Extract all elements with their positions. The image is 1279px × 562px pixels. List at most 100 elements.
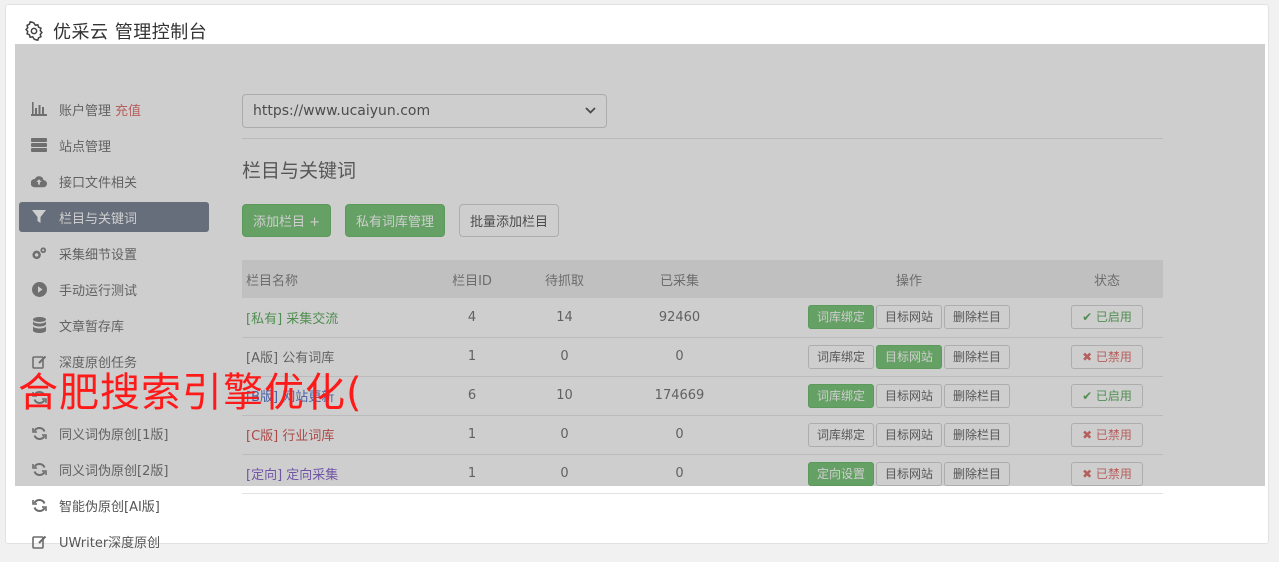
private-library-button[interactable]: 私有词库管理 — [345, 204, 446, 237]
delete-column-button[interactable]: 删除栏目 — [944, 461, 1011, 486]
pending-count-link[interactable]: 0 — [537, 454, 592, 494]
toolbar: 添加栏目 + 私有词库管理 批量添加栏目 — [242, 204, 1163, 237]
column-header-status: 状态 — [1093, 273, 1120, 289]
pending-count-link[interactable]: 0 — [537, 337, 592, 377]
column-name-link[interactable]: 行业词库 — [282, 429, 334, 444]
sidebar-item-uwriter[interactable]: UWriter深度原创 — [19, 526, 209, 556]
status-toggle-button[interactable]: ✖ 已禁用 — [1071, 344, 1143, 369]
table-row: [定向] 定向采集 1 0 0 定向设置 目标网站 删除栏目 ✖ 已禁用 — [242, 454, 1163, 494]
table-row: [私有] 采集交流 4 14 92460 词库绑定 目标网站 删除栏目 ✔ 已启用 — [242, 298, 1163, 338]
column-header-pending: 待抓取 — [544, 273, 584, 289]
status-toggle-button[interactable]: ✔ 已启用 — [1071, 305, 1143, 330]
sidebar-item-account[interactable]: 账户管理 充值 — [19, 94, 209, 124]
column-name-cell: [C版] 行业词库 — [242, 415, 407, 455]
table-header-row: 栏目名称 栏目ID 待抓取 已采集 操作 状态 — [242, 260, 1163, 298]
column-header-name: 栏目名称 — [246, 273, 299, 289]
sidebar-item-sites[interactable]: 站点管理 — [19, 130, 209, 160]
ops-cell: 词库绑定 目标网站 删除栏目 — [767, 415, 1051, 455]
bind-library-button[interactable]: 词库绑定 — [807, 422, 874, 447]
cloud-upload-icon — [31, 173, 47, 189]
sidebar-item-label: 站点管理 — [59, 139, 112, 155]
target-site-button[interactable]: 目标网站 — [875, 422, 942, 447]
pending-count-link[interactable]: 14 — [537, 298, 592, 338]
collected-count-cell: 0 — [592, 415, 767, 455]
delete-column-button[interactable]: 删除栏目 — [944, 305, 1011, 330]
status-toggle-button[interactable]: ✖ 已禁用 — [1071, 461, 1143, 486]
server-icon — [31, 137, 47, 153]
sidebar: 账户管理 充值 站点管理 接口文件相关 栏目与关键词 采集细节设置 手动运行测试 — [19, 94, 209, 562]
bind-library-button[interactable]: 词库绑定 — [807, 383, 874, 408]
add-column-button[interactable]: 添加栏目 + — [242, 204, 332, 237]
column-tag: [C版] — [246, 429, 279, 444]
page-title: 优采云 管理控制台 — [53, 22, 208, 43]
batch-add-button[interactable]: 批量添加栏目 — [459, 204, 560, 237]
column-id-cell: 6 — [407, 376, 537, 416]
main-content: https://www.ucaiyun.com 栏目与关键词 添加栏目 + 私有… — [242, 94, 1163, 494]
table-row: [B版] 网站更新 6 10 174669 词库绑定 目标网站 删除栏目 ✔ 已启用 — [242, 376, 1163, 416]
table-row: [A版] 公有词库 1 0 0 词库绑定 目标网站 删除栏目 ✖ 已禁用 — [242, 337, 1163, 377]
target-site-button[interactable]: 目标网站 — [875, 344, 942, 369]
site-select-value: https://www.ucaiyun.com — [253, 103, 431, 119]
ops-cell: 词库绑定 目标网站 删除栏目 — [767, 298, 1051, 338]
status-cell: ✔ 已启用 — [1051, 298, 1163, 338]
columns-table: 栏目名称 栏目ID 待抓取 已采集 操作 状态 [私有] 采集交流 4 14 9246… — [242, 260, 1163, 494]
sidebar-item-label: 手动运行测试 — [59, 283, 138, 299]
database-icon — [31, 317, 47, 333]
gear-icon — [25, 21, 43, 41]
column-tag: [私有] — [246, 311, 283, 327]
recharge-link[interactable]: 充值 — [115, 100, 141, 119]
sidebar-item-synonym-v2[interactable]: 同义词伪原创[2版] — [19, 454, 209, 484]
delete-column-button[interactable]: 删除栏目 — [944, 383, 1011, 408]
status-toggle-button[interactable]: ✔ 已启用 — [1071, 383, 1143, 408]
sidebar-item-ai-rewrite[interactable]: 智能伪原创[AI版] — [19, 490, 209, 520]
sidebar-item-columns[interactable]: 栏目与关键词 — [19, 202, 209, 232]
sidebar-item-label: 采集细节设置 — [59, 247, 138, 263]
delete-column-button[interactable]: 删除栏目 — [944, 422, 1011, 447]
column-name-link[interactable]: 定向采集 — [286, 468, 338, 483]
bind-library-button[interactable]: 定向设置 — [807, 461, 874, 486]
target-site-button[interactable]: 目标网站 — [875, 461, 942, 486]
column-header-collected: 已采集 — [659, 273, 699, 289]
bar-chart-icon — [31, 101, 47, 117]
collected-count-cell: 0 — [592, 337, 767, 377]
column-header-ops: 操作 — [895, 273, 922, 289]
status-cell: ✖ 已禁用 — [1051, 454, 1163, 494]
sidebar-item-synonym-v1[interactable]: 同义词伪原创[1版] — [19, 418, 209, 448]
sidebar-item-label: 同义词伪原创[1版] — [59, 427, 169, 443]
bind-library-button[interactable]: 词库绑定 — [807, 344, 874, 369]
refresh-icon — [31, 497, 47, 513]
bind-library-button[interactable]: 词库绑定 — [807, 305, 874, 330]
sidebar-item-label: UWriter深度原创 — [59, 535, 161, 551]
refresh-icon — [31, 425, 47, 441]
ops-cell: 词库绑定 目标网站 删除栏目 — [767, 376, 1051, 416]
target-site-button[interactable]: 目标网站 — [875, 383, 942, 408]
status-toggle-button[interactable]: ✖ 已禁用 — [1071, 422, 1143, 447]
sidebar-item-article-store[interactable]: 文章暂存库 — [19, 310, 209, 340]
column-id-cell: 1 — [407, 454, 537, 494]
column-id-cell: 1 — [407, 337, 537, 377]
collected-count-cell: 0 — [592, 454, 767, 494]
target-site-button[interactable]: 目标网站 — [875, 305, 942, 330]
pending-count-link[interactable]: 0 — [537, 415, 592, 455]
column-name-link[interactable]: 采集交流 — [286, 312, 338, 327]
watermark-text: 合肥搜索引擎优化( — [18, 370, 363, 416]
column-name-cell: [定向] 定向采集 — [242, 454, 407, 494]
status-cell: ✔ 已启用 — [1051, 376, 1163, 416]
refresh-icon — [31, 461, 47, 477]
sidebar-item-label: 文章暂存库 — [59, 319, 125, 335]
console-header: 优采云 管理控制台 — [6, 5, 1268, 57]
sidebar-item-interface[interactable]: 接口文件相关 — [19, 166, 209, 196]
filter-icon — [31, 209, 47, 225]
site-select[interactable]: https://www.ucaiyun.com — [242, 94, 607, 128]
cogs-icon — [31, 245, 47, 261]
column-id-cell: 1 — [407, 415, 537, 455]
table-row: [C版] 行业词库 1 0 0 词库绑定 目标网站 删除栏目 ✖ 已禁用 — [242, 415, 1163, 455]
pending-count-link[interactable]: 10 — [537, 376, 592, 416]
column-name-cell: [私有] 采集交流 — [242, 298, 407, 338]
delete-column-button[interactable]: 删除栏目 — [944, 344, 1011, 369]
sidebar-item-collect-settings[interactable]: 采集细节设置 — [19, 238, 209, 268]
divider — [242, 138, 1163, 139]
section-title: 栏目与关键词 — [242, 160, 357, 182]
sidebar-item-label: 智能伪原创[AI版] — [59, 499, 160, 515]
sidebar-item-manual-run[interactable]: 手动运行测试 — [19, 274, 209, 304]
